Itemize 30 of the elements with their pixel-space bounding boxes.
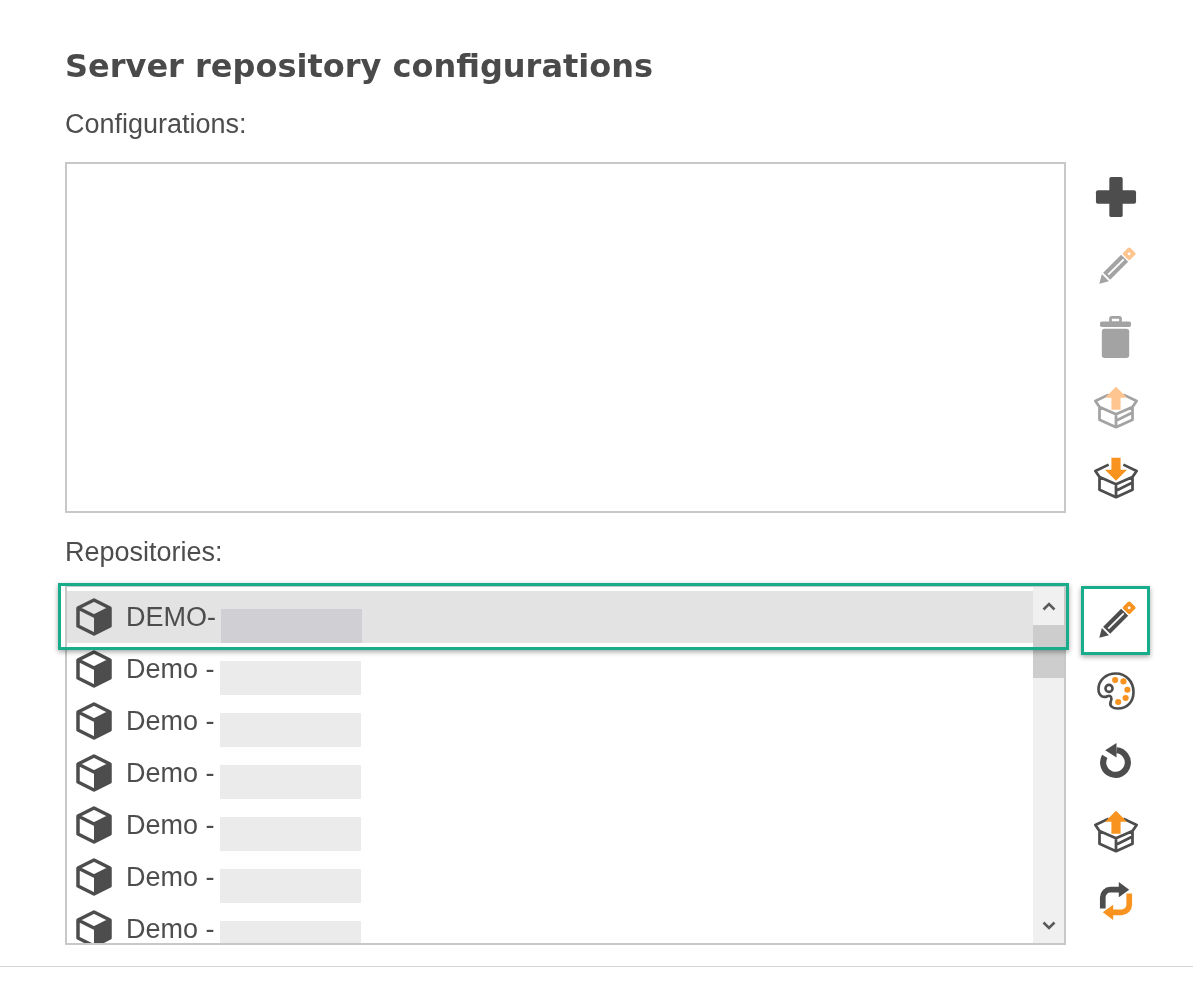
repository-item[interactable]: Demo - (67, 695, 1033, 747)
box-arrow-up-icon (1093, 385, 1138, 429)
cube-icon (76, 806, 112, 844)
field-label: Configurations: (65, 108, 247, 140)
box-arrow-down-icon (1093, 455, 1138, 499)
trash-icon (1100, 316, 1131, 358)
repository-item[interactable]: Demo - (67, 643, 1033, 695)
repository-item[interactable]: Demo - (67, 747, 1033, 799)
cube-icon (76, 858, 112, 896)
cube-icon (76, 598, 112, 636)
cube-icon (76, 754, 112, 792)
cube-icon (76, 910, 112, 943)
cycle-arrows-icon (1098, 880, 1133, 921)
repository-item[interactable]: Demo - (67, 903, 1033, 943)
repository-item[interactable]: DEMO- (67, 591, 1033, 643)
field-label: Repositories: (65, 536, 223, 568)
scrollbar[interactable] (1033, 587, 1064, 943)
box-arrow-up-icon (1093, 808, 1138, 853)
palette-icon (1094, 669, 1137, 712)
repository-item[interactable]: Demo - (67, 851, 1033, 903)
circular-arrow-icon (1098, 742, 1133, 779)
scrollbar-thumb[interactable] (1033, 625, 1064, 678)
repository-item[interactable]: Demo - (67, 799, 1033, 851)
cube-icon (76, 702, 112, 740)
plus-icon (1094, 176, 1137, 218)
cube-icon (76, 650, 112, 688)
edit-button[interactable] (1081, 586, 1150, 655)
scroll-up-icon[interactable] (1041, 601, 1056, 611)
scroll-down-icon[interactable] (1041, 921, 1056, 930)
page-title: Server repository configurations (65, 47, 654, 85)
